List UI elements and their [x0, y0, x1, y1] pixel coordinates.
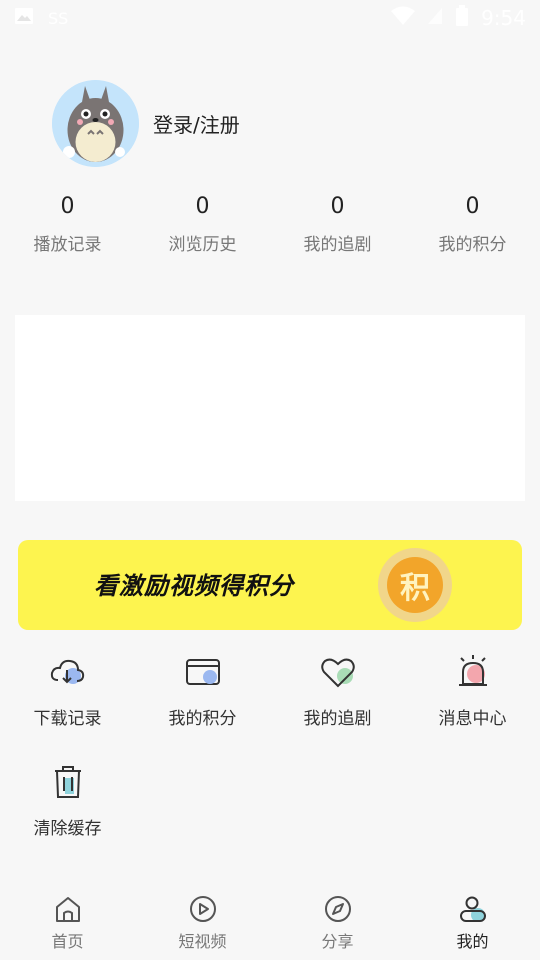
stat-my-follows[interactable]: 0 我的追剧: [270, 190, 405, 255]
menu-item-message-center[interactable]: 消息中心: [405, 650, 540, 760]
stat-label: 播放记录: [33, 235, 102, 255]
image-icon: [14, 6, 34, 30]
menu-label: 我的积分: [168, 709, 237, 729]
wifi-icon: [391, 6, 416, 30]
points-coin-icon: 积: [378, 548, 452, 622]
battery-icon: [455, 5, 469, 31]
banner-text: 看激励视频得积分: [94, 571, 294, 600]
stat-play-history[interactable]: 0 播放记录: [0, 190, 135, 255]
avatar[interactable]: [52, 80, 139, 167]
cloud-download-icon: [48, 652, 88, 692]
card-icon: [183, 652, 223, 692]
stat-value: 0: [60, 194, 75, 219]
feature-menu: 下载记录 我的积分 我的追剧 消息中心 清除缓存: [0, 650, 540, 870]
login-register-link[interactable]: 登录/注册: [153, 109, 240, 138]
trash-icon: [48, 762, 88, 802]
stat-value: 0: [330, 194, 345, 219]
stat-my-points[interactable]: 0 我的积分: [405, 190, 540, 255]
nav-short-video[interactable]: 短视频: [135, 886, 270, 960]
menu-item-my-follows[interactable]: 我的追剧: [270, 650, 405, 760]
nav-share[interactable]: 分享: [270, 886, 405, 960]
status-bar: SS 9:54: [0, 0, 540, 36]
profile-header[interactable]: 登录/注册: [52, 80, 240, 167]
stat-browse-history[interactable]: 0 浏览历史: [135, 190, 270, 255]
menu-label: 下载记录: [33, 709, 102, 729]
nav-label: 分享: [321, 932, 354, 951]
alarm-icon: [453, 652, 493, 692]
bottom-nav: 首页 短视频 分享 我的: [0, 886, 540, 960]
nav-label: 首页: [51, 932, 84, 951]
coin-label: 积: [387, 557, 443, 613]
menu-label: 消息中心: [438, 709, 507, 729]
stat-label: 浏览历史: [168, 235, 237, 255]
stat-label: 我的积分: [438, 235, 507, 255]
stats-row: 0 播放记录 0 浏览历史 0 我的追剧 0 我的积分: [0, 190, 540, 255]
heart-icon: [318, 652, 358, 692]
menu-item-my-points[interactable]: 我的积分: [135, 650, 270, 760]
stat-label: 我的追剧: [303, 235, 372, 255]
menu-label: 我的追剧: [303, 709, 372, 729]
play-circle-icon: [188, 894, 218, 924]
nav-home[interactable]: 首页: [0, 886, 135, 960]
nav-label: 我的: [456, 932, 489, 951]
compass-icon: [323, 894, 353, 924]
status-left-text: SS: [48, 8, 69, 28]
menu-label: 清除缓存: [33, 819, 102, 839]
nav-mine[interactable]: 我的: [405, 886, 540, 960]
home-icon: [53, 894, 83, 924]
stat-value: 0: [195, 194, 210, 219]
signal-icon: [427, 6, 443, 30]
nav-label: 短视频: [178, 932, 227, 951]
status-time: 9:54: [481, 6, 526, 30]
reward-video-banner[interactable]: 看激励视频得积分 积: [18, 540, 522, 630]
totoro-avatar-icon: [52, 80, 139, 167]
stat-value: 0: [465, 194, 480, 219]
menu-item-clear-cache[interactable]: 清除缓存: [0, 760, 135, 870]
ad-placeholder-card: [15, 315, 525, 501]
menu-item-download-history[interactable]: 下载记录: [0, 650, 135, 760]
user-icon: [458, 894, 488, 924]
